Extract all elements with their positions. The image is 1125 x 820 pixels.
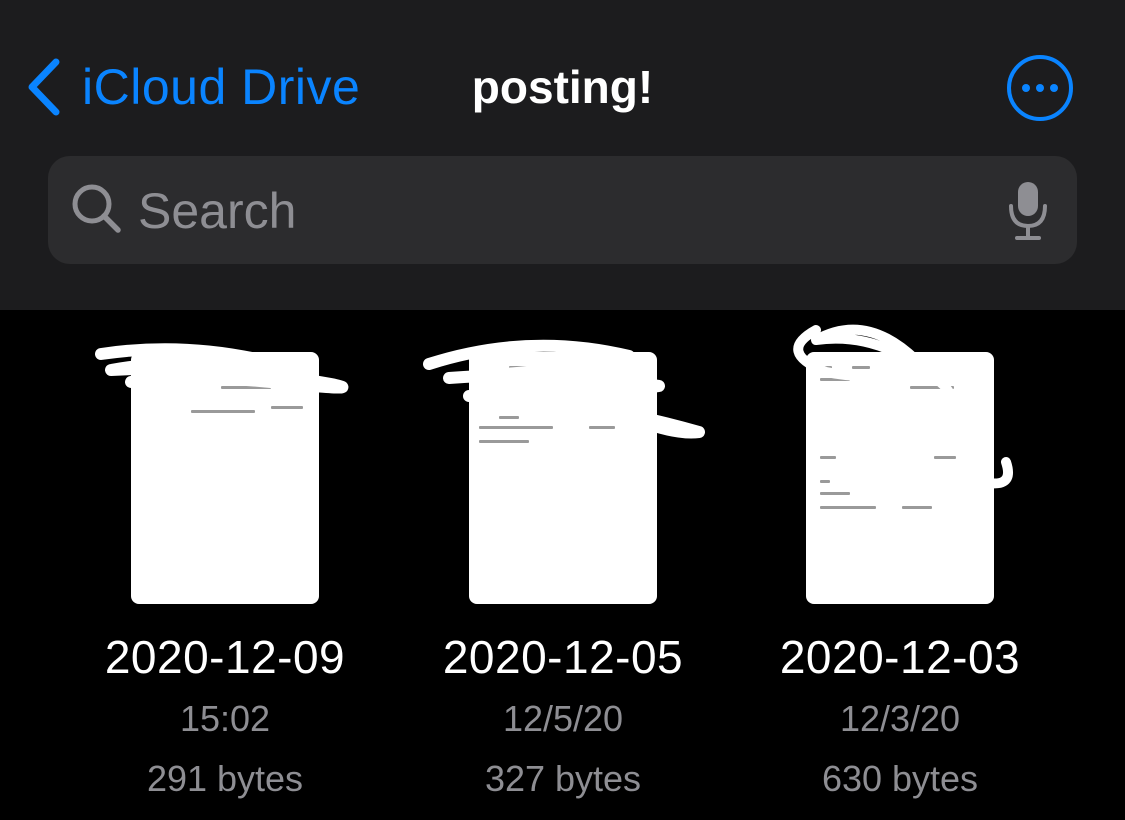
ellipsis-dot: [1050, 84, 1058, 92]
search-input[interactable]: [136, 170, 980, 252]
file-date: 12/5/20: [502, 698, 624, 739]
navigation-bar: iCloud Drive posting!: [0, 0, 1125, 310]
back-label: iCloud Drive: [82, 59, 361, 115]
file-size: 327 bytes: [484, 758, 642, 799]
file-date: 15:02: [179, 698, 271, 739]
file-item[interactable]: 2020-12-09 15:02 291 bytes: [55, 343, 395, 800]
file-name: 2020-12-09: [104, 631, 346, 683]
file-thumbnail: [95, 343, 349, 604]
microphone-icon[interactable]: [1008, 180, 1048, 242]
file-item[interactable]: 2020-12-03 12/3/20 630 bytes: [730, 324, 1070, 800]
file-item[interactable]: 2020-12-05 12/5/20 327 bytes: [393, 339, 733, 800]
search-bar[interactable]: [48, 156, 1077, 264]
file-size: 291 bytes: [146, 758, 304, 799]
chevron-left-icon: [28, 58, 60, 116]
ellipsis-dot: [1036, 84, 1044, 92]
back-button[interactable]: iCloud Drive: [24, 52, 360, 122]
file-size: 630 bytes: [821, 758, 979, 799]
page-title: posting!: [471, 61, 654, 113]
file-thumbnail: [793, 324, 1013, 604]
file-name: 2020-12-03: [779, 631, 1021, 683]
file-name: 2020-12-05: [442, 631, 684, 683]
file-thumbnail: [423, 339, 705, 604]
ellipsis-dot: [1022, 84, 1030, 92]
more-options-button[interactable]: [1007, 55, 1073, 121]
redaction-scribble: [793, 324, 1013, 497]
search-icon: [72, 184, 121, 233]
redaction-scribble: [423, 339, 705, 439]
redaction-scribble: [95, 343, 349, 394]
file-date: 12/3/20: [839, 698, 961, 739]
